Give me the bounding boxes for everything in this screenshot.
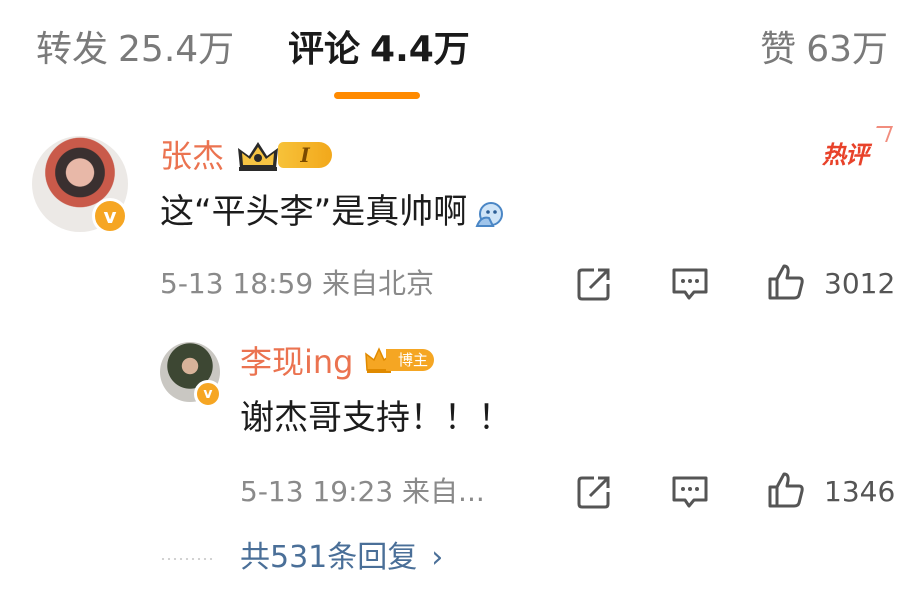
comment-meta: 5-13 18:59 来自北京 — [160, 267, 435, 300]
verified-badge-icon: v — [92, 198, 128, 234]
comment-text: 这“平头李”是真帅啊 — [160, 190, 507, 234]
tab-likes-label: 赞 — [760, 29, 797, 70]
tab-repost[interactable]: 转发 25.4万 — [36, 26, 234, 74]
replier-username[interactable]: 李现ing — [240, 342, 354, 382]
crown-icon — [238, 142, 278, 171]
tab-comments[interactable]: 评论 4.4万 — [288, 26, 470, 74]
active-tab-indicator — [334, 92, 420, 99]
comment-icon[interactable] — [670, 472, 710, 512]
chevron-right-icon: › — [431, 540, 444, 575]
member-level-badge: I — [278, 142, 332, 168]
reply-meta: 5-13 19:23 来自... — [240, 475, 485, 508]
tab-comments-label: 评论 — [288, 29, 361, 70]
author-badge: 博主 — [364, 346, 436, 374]
hot-comment-label: 热评 — [822, 141, 869, 169]
tab-likes-count: 63万 — [806, 29, 888, 70]
tab-repost-label: 转发 — [36, 29, 109, 70]
like-icon[interactable] — [766, 470, 806, 510]
hot-comment-badge: 热评 — [822, 126, 893, 172]
tab-likes[interactable]: 赞 63万 — [760, 26, 888, 74]
tab-comments-count: 4.4万 — [370, 29, 470, 70]
author-badge-label: 博主 — [386, 349, 435, 371]
hot-corner-decoration — [871, 126, 893, 142]
repost-icon[interactable] — [574, 264, 614, 304]
like-count: 3012 — [824, 267, 896, 300]
reply-text: 谢杰哥支持！！！ — [240, 398, 512, 438]
reply-like-count: 1346 — [824, 475, 896, 508]
tab-bar: 转发 25.4万 评论 4.4万 赞 63万 — [0, 0, 924, 110]
repost-icon[interactable] — [574, 472, 614, 512]
commenter-username[interactable]: 张杰 — [160, 136, 224, 176]
emoji-icon — [475, 201, 504, 227]
comment-icon[interactable] — [670, 264, 710, 304]
reply-divider — [160, 558, 216, 560]
more-replies-label: 共531条回复 — [240, 540, 418, 575]
view-more-replies-link[interactable]: 共531条回复 › — [240, 538, 443, 578]
verified-badge-icon: v — [194, 380, 222, 408]
like-icon[interactable] — [766, 262, 806, 302]
comment-text-body: 这“平头李”是真帅啊 — [160, 192, 468, 232]
tab-repost-count: 25.4万 — [118, 29, 235, 70]
